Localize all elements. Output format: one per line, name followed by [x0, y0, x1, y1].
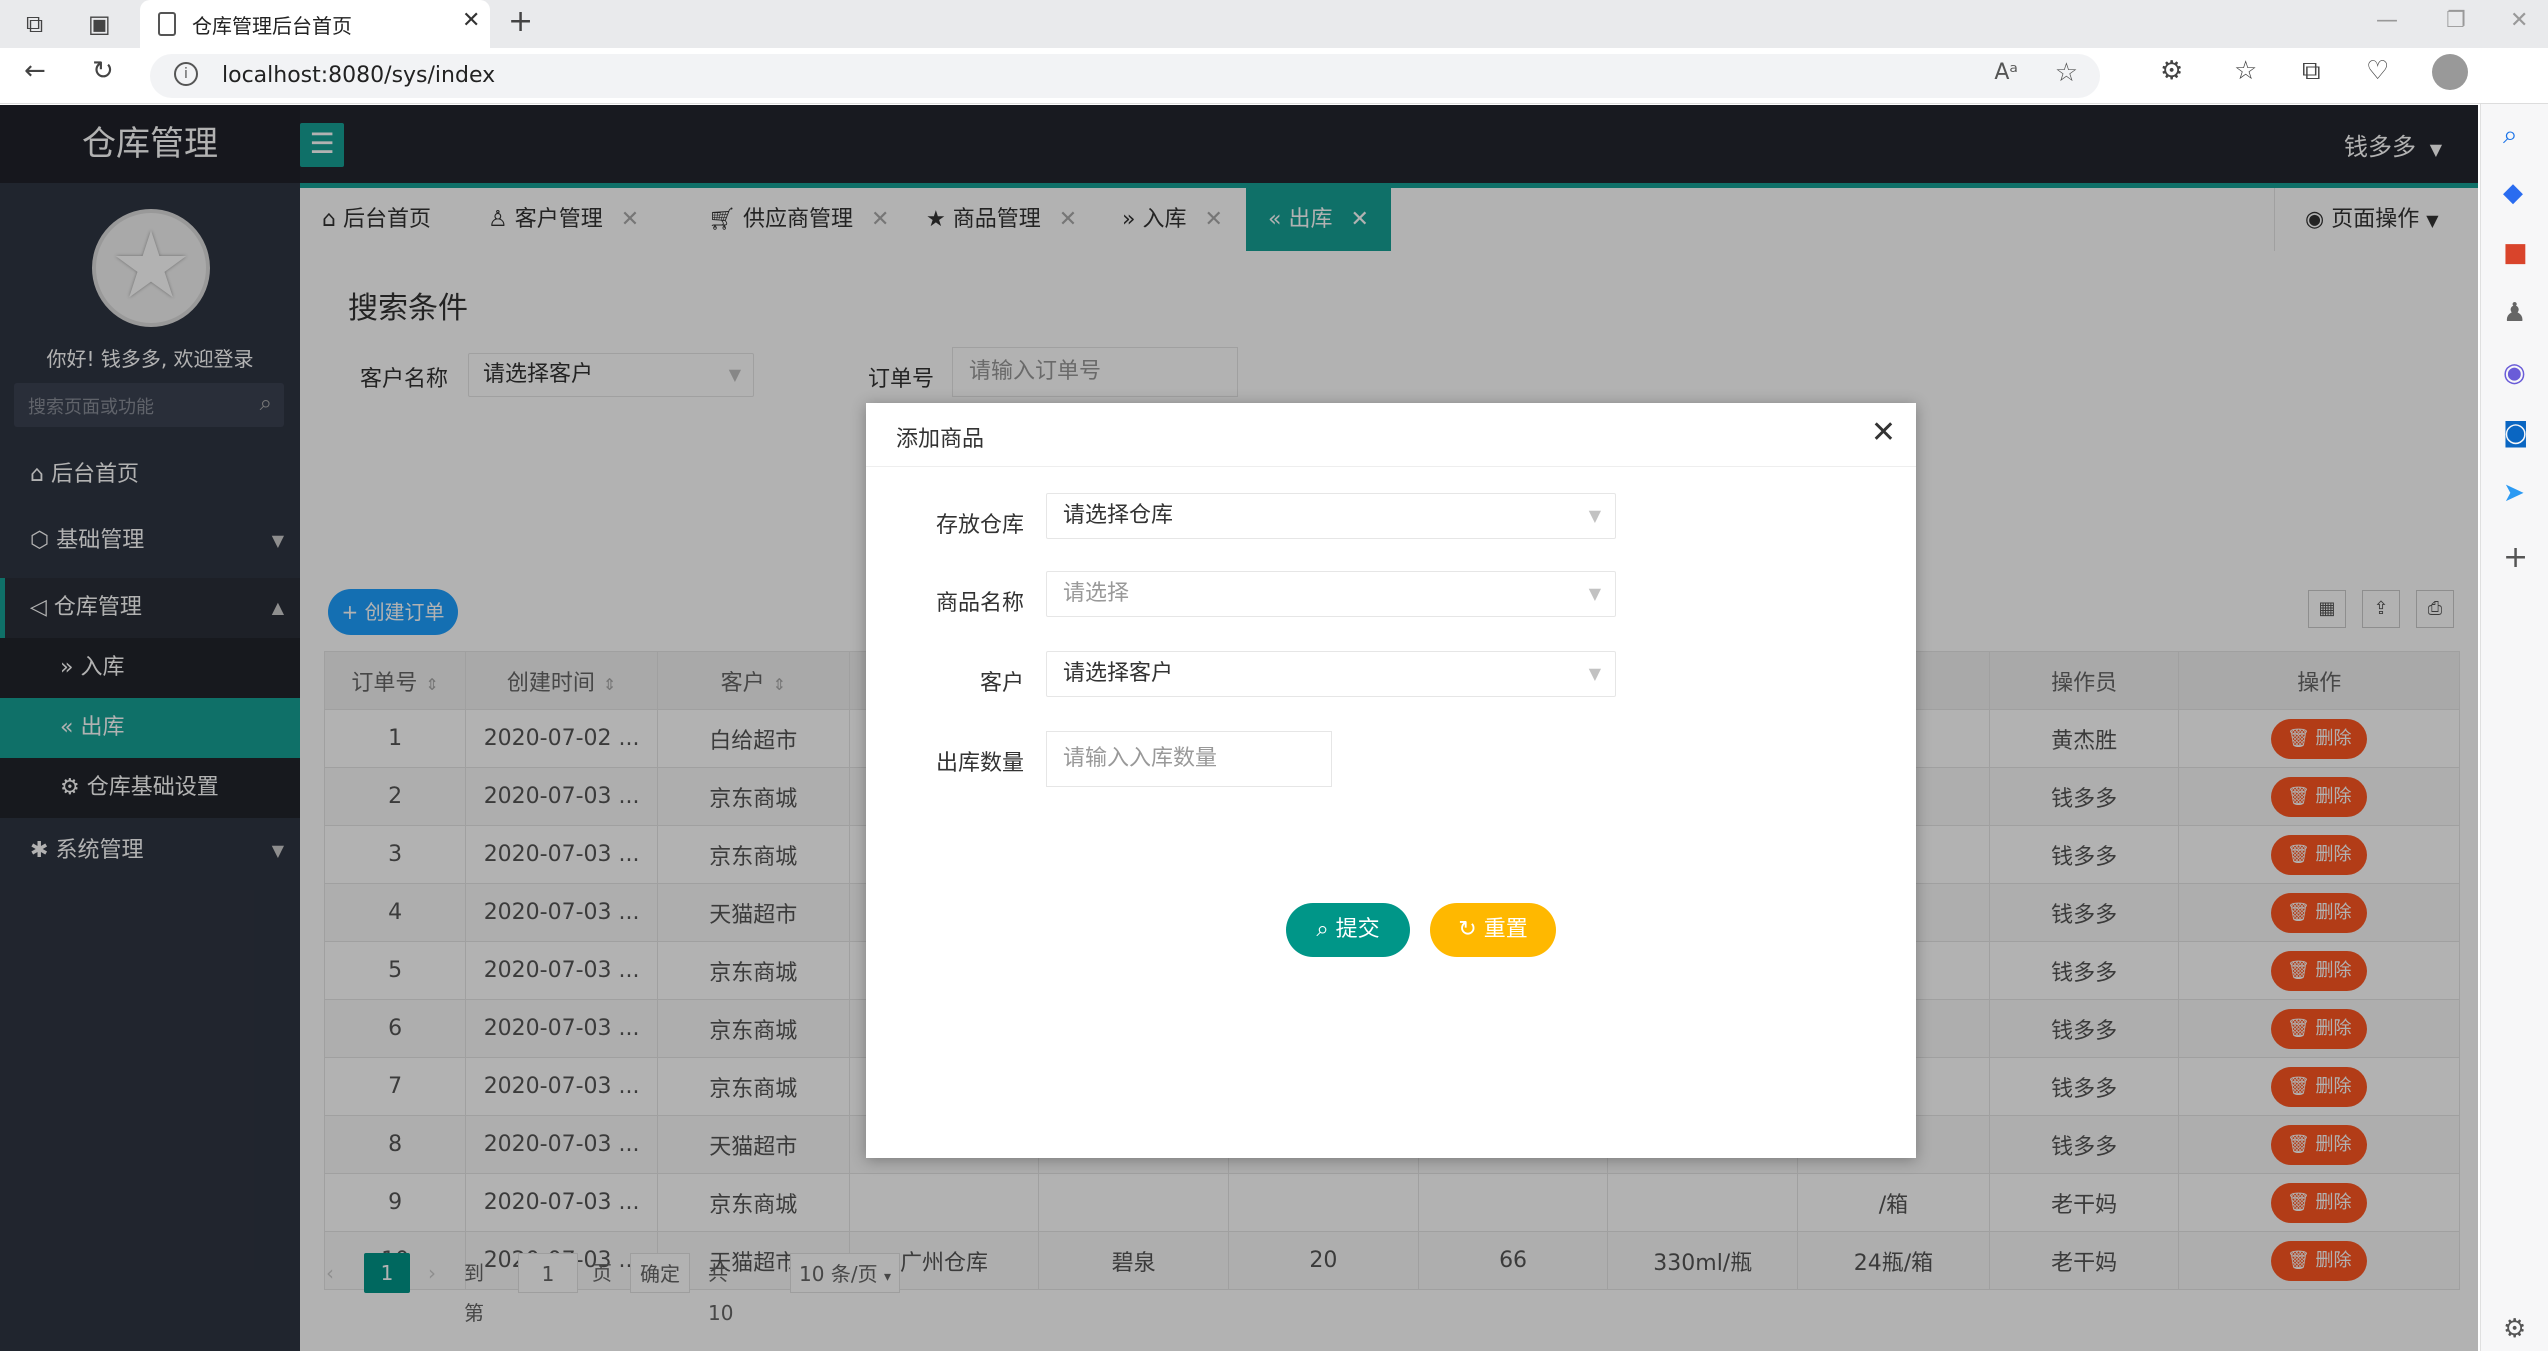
chevron-down-icon: ▼	[1588, 664, 1601, 683]
search-icon[interactable]: ⌕	[2503, 120, 2518, 151]
customer-select-value: 请选择客户	[1063, 661, 1174, 686]
close-tab-icon[interactable]: ✕	[462, 8, 480, 33]
workspaces-icon[interactable]: ⧉	[26, 10, 43, 38]
tools-icon[interactable]: ■	[2503, 238, 2528, 268]
settings-gear-icon[interactable]: ⚙	[2503, 1314, 2526, 1344]
submit-label: 提交	[1335, 917, 1380, 942]
chevron-down-icon: ▼	[1588, 584, 1601, 603]
dialog-title: 添加商品	[896, 427, 985, 452]
dialog-header: 添加商品 ✕	[866, 403, 1916, 467]
games-icon[interactable]: ♟	[2503, 298, 2526, 328]
quantity-input-placeholder: 请输入入库数量	[1063, 746, 1218, 771]
send-icon[interactable]: ➤	[2503, 478, 2525, 508]
reset-button[interactable]: ↻ 重置	[1430, 903, 1556, 957]
favorite-star-icon[interactable]: ☆	[2055, 58, 2078, 88]
warehouse-select[interactable]: 请选择仓库 ▼	[1046, 493, 1616, 539]
refresh-icon: ↻	[1458, 917, 1484, 942]
outlook-icon[interactable]: ◙	[2503, 418, 2528, 448]
product-select[interactable]: 请选择 ▼	[1046, 571, 1616, 617]
refresh-icon[interactable]: ↻	[92, 56, 114, 86]
profile-avatar-icon[interactable]	[2432, 54, 2468, 90]
page-icon	[158, 12, 176, 36]
close-window-icon[interactable]: ✕	[2510, 8, 2528, 33]
read-aloud-icon[interactable]: Aᵃ	[1994, 60, 2018, 85]
favorites-icon[interactable]: ☆	[2234, 56, 2257, 86]
browser-tab-title: 仓库管理后台首页	[192, 14, 352, 38]
customer-select[interactable]: 请选择客户 ▼	[1046, 651, 1616, 697]
chevron-down-icon: ▼	[1588, 506, 1601, 525]
submit-button[interactable]: ⌕ 提交	[1286, 903, 1410, 957]
address-bar-row: ← ↻ i localhost:8080/sys/index Aᵃ ☆ ⚙ ☆ …	[0, 48, 2548, 104]
collections-icon[interactable]: ⧉	[2302, 56, 2321, 87]
shopping-icon[interactable]: ◆	[2503, 178, 2523, 208]
url-text: localhost:8080/sys/index	[222, 63, 496, 88]
warehouse-select-value: 请选择仓库	[1063, 503, 1174, 528]
browser-tab-strip: ⧉ ▣ 仓库管理后台首页 ✕ + — ❐ ✕	[0, 0, 2548, 48]
restore-icon[interactable]: ❐	[2446, 8, 2466, 33]
customer-label: 客户	[979, 671, 1024, 696]
browser-tab[interactable]: 仓库管理后台首页 ✕	[140, 0, 490, 48]
back-icon[interactable]: ←	[24, 56, 46, 86]
browser-side-panel: ⌕ ◆ ■ ♟ ◉ ◙ ➤ + ⚙	[2480, 104, 2548, 1351]
app-root: 仓库管理 ☰ 钱多多 ▼ ★ 你好! 钱多多, 欢迎登录 搜索页面或功能 ⌕ ⌂…	[0, 105, 2478, 1351]
site-info-icon[interactable]: i	[174, 62, 198, 86]
quantity-label: 出库数量	[935, 751, 1024, 776]
office-icon[interactable]: ◉	[2503, 358, 2526, 388]
minimize-icon[interactable]: —	[2376, 8, 2398, 33]
address-bar[interactable]: i localhost:8080/sys/index Aᵃ ☆	[150, 54, 2100, 98]
add-product-dialog: 添加商品 ✕ 存放仓库 请选择仓库 ▼ 商品名称 请选择 ▼ 客户 请选择客户 …	[866, 403, 1916, 1158]
close-icon[interactable]: ✕	[1871, 415, 1896, 450]
performance-icon[interactable]: ♡	[2366, 56, 2389, 86]
new-tab-icon[interactable]: +	[508, 4, 533, 39]
warehouse-label: 存放仓库	[935, 513, 1024, 538]
add-panel-icon[interactable]: +	[2503, 540, 2528, 575]
product-label: 商品名称	[935, 591, 1024, 616]
reset-label: 重置	[1483, 917, 1528, 942]
search-icon: ⌕	[1316, 917, 1336, 942]
product-select-placeholder: 请选择	[1063, 581, 1130, 606]
extensions-icon[interactable]: ⚙	[2160, 56, 2183, 86]
tab-actions-icon[interactable]: ▣	[88, 10, 111, 38]
quantity-input[interactable]: 请输入入库数量	[1046, 731, 1332, 787]
